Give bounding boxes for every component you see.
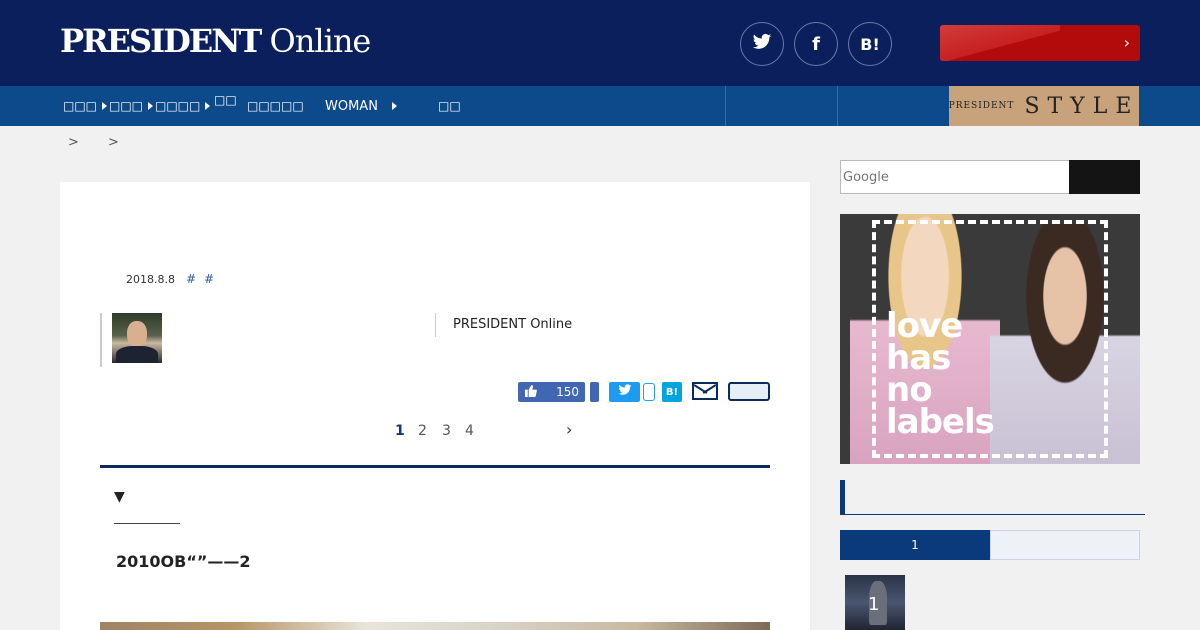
facebook-icon: f: [812, 33, 820, 55]
avatar-suit: [116, 346, 158, 363]
style-label: STYLE: [1024, 93, 1140, 119]
nav-item-woman[interactable]: WOMAN: [325, 86, 397, 126]
page-link-1[interactable]: 1: [395, 423, 405, 439]
hatena-icon: B!: [665, 386, 679, 398]
tweet-count: [643, 383, 655, 401]
article-photo: [100, 622, 770, 630]
nav-item-label: □□□□□: [247, 99, 304, 113]
style-prefix: PRESIDENT: [948, 101, 1015, 111]
nav-item-4[interactable]: □□: [214, 80, 237, 120]
caret-right-icon: [391, 102, 397, 110]
toc-underline: [114, 523, 180, 524]
article-tag[interactable]: #: [186, 272, 196, 286]
article-headline: 2010OB“”——2: [116, 552, 251, 571]
nav-item-label: □□□: [109, 99, 144, 113]
like-icon: [524, 384, 537, 400]
nav-divider: [725, 86, 726, 126]
print-button[interactable]: [728, 382, 770, 401]
sidebar-ad-banner[interactable]: love has no labels: [840, 214, 1140, 464]
article-date: 2018.8.8: [126, 273, 175, 286]
ranking-heading: [840, 480, 1145, 515]
publisher-divider: [435, 313, 436, 337]
nav-item-3[interactable]: □□□□: [155, 86, 211, 126]
section-rule: [100, 465, 770, 468]
breadcrumb-separator: >: [108, 135, 119, 150]
ranking-tab-inactive[interactable]: [990, 530, 1140, 560]
toc-toggle-icon[interactable]: ▼: [114, 489, 125, 505]
twitter-icon: [618, 384, 632, 400]
promo-banner-button[interactable]: ›: [940, 25, 1140, 61]
chevron-right-icon: ›: [1123, 33, 1130, 52]
twitter-icon: [752, 33, 772, 56]
president-style-link[interactable]: PRESIDENT STYLE: [949, 86, 1139, 126]
caret-right-icon: [148, 102, 154, 110]
page-link-2[interactable]: 2: [418, 423, 427, 439]
twitter-share-button[interactable]: [740, 22, 784, 66]
caret-right-icon: [205, 102, 211, 110]
hatena-share-button[interactable]: B!: [848, 22, 892, 66]
facebook-share-button[interactable]: [590, 382, 599, 402]
site-header: PRESIDENT Online f B! ›: [0, 0, 1200, 86]
nav-item-7[interactable]: □□: [438, 86, 461, 126]
nav-item-label: □□: [214, 93, 237, 107]
ad-slogan: love has no labels: [886, 306, 995, 442]
nav-item-5[interactable]: □□□□□: [247, 86, 304, 126]
avatar-face: [127, 321, 147, 347]
like-count: 150: [556, 385, 579, 399]
logo-bold-text: PRESIDENT: [60, 22, 262, 60]
nav-item-label: □□□□: [155, 99, 201, 113]
nav-item-label: □□□: [63, 99, 98, 113]
article-tag[interactable]: #: [204, 272, 214, 286]
facebook-like-button[interactable]: 150: [518, 382, 585, 402]
author-divider: [100, 313, 102, 367]
nav-item-1[interactable]: □□□: [63, 86, 108, 126]
next-page-chevron-icon[interactable]: ›: [566, 420, 572, 439]
breadcrumb-separator: >: [68, 135, 79, 150]
nav-item-label: □□: [438, 99, 461, 113]
ranking-number: 1: [868, 594, 880, 615]
site-logo[interactable]: PRESIDENT Online: [60, 22, 372, 60]
hatena-icon: B!: [860, 34, 880, 54]
ranking-tab-active[interactable]: 1: [840, 530, 990, 560]
nav-divider: [837, 86, 838, 126]
facebook-share-button[interactable]: f: [794, 22, 838, 66]
page-link-3[interactable]: 3: [442, 423, 451, 439]
nav-item-2[interactable]: □□□: [109, 86, 154, 126]
author-avatar[interactable]: [112, 313, 162, 363]
ranking-tab-label: 1: [911, 538, 919, 552]
page-link-4[interactable]: 4: [465, 423, 474, 439]
hatena-bookmark-button[interactable]: B!: [662, 382, 682, 402]
nav-item-label: WOMAN: [325, 98, 378, 114]
search-input[interactable]: [840, 160, 1070, 194]
search-button[interactable]: [1069, 160, 1140, 194]
tweet-button[interactable]: [609, 382, 640, 402]
publisher-name: PRESIDENT Online: [453, 317, 573, 332]
caret-right-icon: [102, 102, 108, 110]
logo-light-text: Online: [260, 22, 372, 60]
mail-icon[interactable]: [692, 382, 718, 400]
